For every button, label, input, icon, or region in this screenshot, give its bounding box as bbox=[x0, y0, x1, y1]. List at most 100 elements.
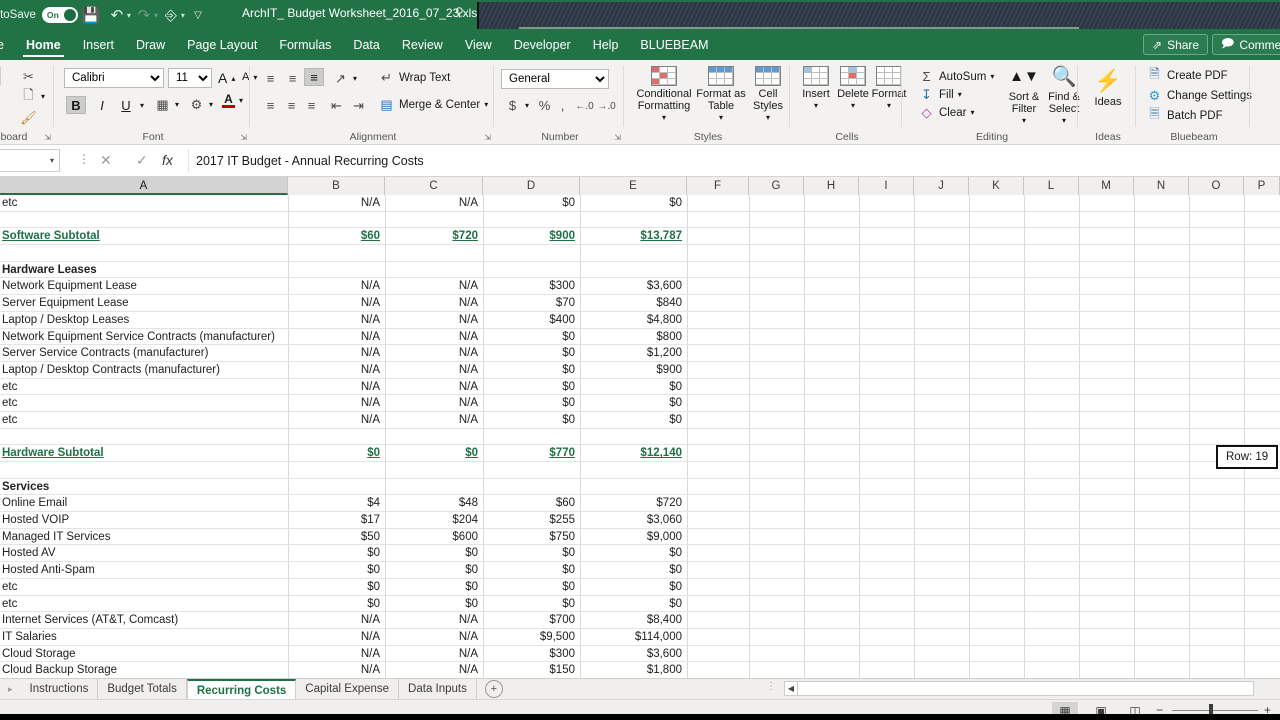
cell-e[interactable]: $900 bbox=[580, 362, 687, 379]
formula-input[interactable]: 2017 IT Budget - Annual Recurring Costs bbox=[188, 149, 1272, 172]
cell-a[interactable]: Managed IT Services bbox=[2, 529, 110, 546]
batch-pdf-button[interactable]: 🗏 Batch PDF bbox=[1146, 107, 1223, 124]
cell-c[interactable]: N/A bbox=[385, 412, 483, 429]
cell-a[interactable]: Hosted VOIP bbox=[2, 512, 69, 529]
grid-row[interactable]: Cloud Backup StorageN/AN/A$150$1,800 bbox=[0, 662, 1280, 678]
grid-row[interactable]: etcN/AN/A$0$0 bbox=[0, 379, 1280, 396]
cell-c[interactable]: $0 bbox=[385, 562, 483, 579]
conditional-formatting-button[interactable]: Conditional Formatting ▾ bbox=[634, 66, 694, 124]
ribbon-tab-e[interactable]: e bbox=[0, 30, 15, 60]
column-header-C[interactable]: C bbox=[385, 177, 483, 195]
cell-e[interactable]: $0 bbox=[580, 579, 687, 596]
cell-e[interactable] bbox=[580, 479, 687, 496]
cell-a[interactable]: Cloud Backup Storage bbox=[2, 662, 117, 678]
cell-b[interactable]: $17 bbox=[288, 512, 385, 529]
cell-b[interactable]: N/A bbox=[288, 278, 385, 295]
cell-a[interactable]: Laptop / Desktop Leases bbox=[2, 312, 129, 329]
cell-c[interactable]: N/A bbox=[385, 295, 483, 312]
column-header-J[interactable]: J bbox=[914, 177, 969, 195]
bold-button[interactable]: B bbox=[66, 96, 86, 114]
grid-row[interactable] bbox=[0, 462, 1280, 479]
cell-c[interactable]: N/A bbox=[385, 395, 483, 412]
underline-button[interactable]: U▾ bbox=[116, 96, 144, 114]
cell-a[interactable]: Internet Services (AT&T, Comcast) bbox=[2, 612, 178, 629]
copy-button[interactable]: 🗋 ▾ bbox=[20, 88, 45, 105]
cell-a[interactable]: Hardware Leases bbox=[2, 262, 97, 279]
cell-b[interactable]: N/A bbox=[288, 329, 385, 346]
column-header-H[interactable]: H bbox=[804, 177, 859, 195]
delete-cells-button[interactable]: Delete ▾ bbox=[836, 66, 870, 112]
cell-c[interactable] bbox=[385, 245, 483, 262]
cell-d[interactable]: $400 bbox=[483, 312, 580, 329]
cell-c[interactable] bbox=[385, 479, 483, 496]
cell-d[interactable]: $770 bbox=[483, 445, 580, 462]
horizontal-split-handle[interactable]: ⋮ bbox=[766, 681, 776, 692]
cell-d[interactable] bbox=[483, 462, 580, 479]
cell-c[interactable]: $0 bbox=[385, 596, 483, 613]
grid-row[interactable]: Network Equipment Service Contracts (man… bbox=[0, 329, 1280, 346]
column-header-K[interactable]: K bbox=[969, 177, 1024, 195]
grid-row[interactable]: Laptop / Desktop Contracts (manufacturer… bbox=[0, 362, 1280, 379]
cell-b[interactable]: $0 bbox=[288, 445, 385, 462]
cut-button[interactable]: ✂ bbox=[20, 68, 37, 85]
cell-a[interactable]: Network Equipment Lease bbox=[2, 278, 137, 295]
grid-row[interactable]: etc$0$0$0$0 bbox=[0, 596, 1280, 613]
horizontal-scrollbar[interactable]: ◀ bbox=[784, 681, 1254, 696]
cell-e[interactable]: $1,200 bbox=[580, 345, 687, 362]
add-sheet-button[interactable]: + bbox=[485, 680, 503, 698]
insert-function-icon[interactable]: fx bbox=[162, 152, 173, 168]
cell-b[interactable] bbox=[288, 212, 385, 229]
cell-c[interactable]: $48 bbox=[385, 495, 483, 512]
grid-row[interactable]: etcN/AN/A$0$0 bbox=[0, 412, 1280, 429]
cell-c[interactable]: N/A bbox=[385, 345, 483, 362]
cell-a[interactable]: etc bbox=[2, 195, 17, 212]
cell-b[interactable] bbox=[288, 429, 385, 446]
insert-cells-button[interactable]: Insert ▾ bbox=[800, 66, 832, 112]
align-right-button[interactable]: ≡ bbox=[303, 97, 320, 114]
grid-row[interactable]: Server Equipment LeaseN/AN/A$70$840 bbox=[0, 295, 1280, 312]
number-format-select[interactable]: General bbox=[501, 69, 609, 89]
cell-d[interactable]: $0 bbox=[483, 329, 580, 346]
cell-c[interactable] bbox=[385, 429, 483, 446]
cell-c[interactable]: N/A bbox=[385, 312, 483, 329]
column-header-F[interactable]: F bbox=[687, 177, 749, 195]
cell-c[interactable]: $600 bbox=[385, 529, 483, 546]
cell-e[interactable]: $800 bbox=[580, 329, 687, 346]
cell-e[interactable]: $0 bbox=[580, 195, 687, 212]
cell-d[interactable]: $900 bbox=[483, 228, 580, 245]
cell-b[interactable]: $0 bbox=[288, 562, 385, 579]
cell-e[interactable] bbox=[580, 245, 687, 262]
cell-b[interactable]: N/A bbox=[288, 345, 385, 362]
cell-b[interactable] bbox=[288, 462, 385, 479]
cell-b[interactable]: N/A bbox=[288, 295, 385, 312]
column-header-A[interactable]: A bbox=[0, 177, 288, 195]
percent-format-button[interactable]: % bbox=[536, 97, 553, 114]
cell-c[interactable]: $204 bbox=[385, 512, 483, 529]
cell-a[interactable]: etc bbox=[2, 395, 17, 412]
cell-d[interactable] bbox=[483, 479, 580, 496]
cell-d[interactable]: $750 bbox=[483, 529, 580, 546]
font-dialog-launcher[interactable]: ⇲ bbox=[240, 133, 247, 142]
cell-e[interactable]: $1,800 bbox=[580, 662, 687, 678]
cell-b[interactable]: N/A bbox=[288, 312, 385, 329]
cell-b[interactable]: $60 bbox=[288, 228, 385, 245]
decrease-decimal-button[interactable]: →.0 bbox=[598, 98, 615, 115]
cell-d[interactable]: $0 bbox=[483, 412, 580, 429]
comma-format-button[interactable]: , bbox=[554, 97, 571, 114]
cell-c[interactable]: $0 bbox=[385, 445, 483, 462]
cell-b[interactable]: $4 bbox=[288, 495, 385, 512]
increase-indent-button[interactable]: ⇥ bbox=[350, 97, 367, 114]
cell-e[interactable]: $3,600 bbox=[580, 646, 687, 663]
cell-b[interactable]: N/A bbox=[288, 362, 385, 379]
decrease-indent-button[interactable]: ⇤ bbox=[328, 97, 345, 114]
cell-e[interactable] bbox=[580, 429, 687, 446]
column-header-M[interactable]: M bbox=[1079, 177, 1134, 195]
grid-row[interactable]: Cloud StorageN/AN/A$300$3,600 bbox=[0, 646, 1280, 663]
ribbon-tab-home[interactable]: Home bbox=[15, 30, 72, 60]
cell-d[interactable]: $0 bbox=[483, 579, 580, 596]
cell-a[interactable]: Cloud Storage bbox=[2, 646, 76, 663]
cell-c[interactable]: N/A bbox=[385, 362, 483, 379]
column-header-I[interactable]: I bbox=[859, 177, 914, 195]
format-painter-button[interactable]: 🖌 bbox=[20, 109, 37, 126]
cell-a[interactable]: IT Salaries bbox=[2, 629, 57, 646]
